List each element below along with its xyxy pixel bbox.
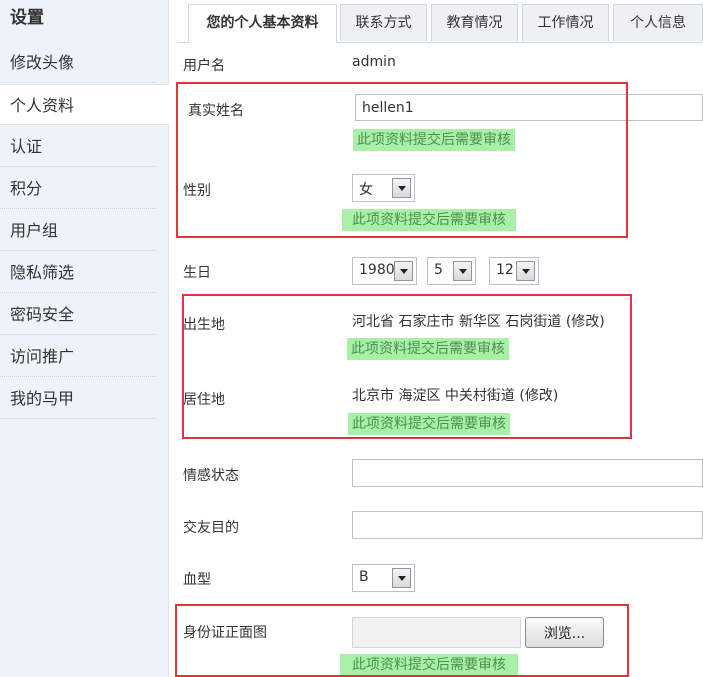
tab-personal[interactable]: 个人信息 <box>613 4 703 41</box>
bloodtype-select[interactable]: B <box>352 564 415 592</box>
emotion-label: 情感状态 <box>183 468 239 484</box>
birth-month-select[interactable]: 5 <box>427 257 476 285</box>
sidebar-item-avatar[interactable]: 修改头像 <box>0 42 157 83</box>
settings-sidebar: 设置 修改头像 个人资料 认证 积分 用户组 隐私筛选 密码安全 访问推广 我的… <box>0 0 169 677</box>
bloodtype-selected-value: B <box>359 569 369 585</box>
birth-day-value: 12 <box>496 262 514 278</box>
highlight-box <box>176 82 628 238</box>
chevron-down-icon <box>392 568 411 588</box>
birth-day-select[interactable]: 12 <box>489 257 539 285</box>
tab-work[interactable]: 工作情况 <box>522 4 609 41</box>
birth-year-value: 1980 <box>359 262 395 278</box>
chevron-down-icon <box>453 261 472 281</box>
chevron-down-icon <box>516 261 535 281</box>
username-value: admin <box>352 54 396 70</box>
highlight-box <box>175 604 629 677</box>
highlight-box <box>182 294 632 439</box>
purpose-input[interactable] <box>352 511 703 539</box>
bloodtype-label: 血型 <box>183 572 211 588</box>
tab-basic-info[interactable]: 您的个人基本资料 <box>188 4 337 43</box>
sidebar-item-promotion[interactable]: 访问推广 <box>0 336 157 377</box>
birth-month-value: 5 <box>434 262 443 278</box>
sidebar-heading: 设置 <box>10 8 44 28</box>
sidebar-item-profile[interactable]: 个人资料 <box>0 84 169 125</box>
tab-contact[interactable]: 联系方式 <box>340 4 427 41</box>
sidebar-item-credits[interactable]: 积分 <box>0 168 157 209</box>
sidebar-item-usergroup[interactable]: 用户组 <box>0 210 157 251</box>
purpose-label: 交友目的 <box>183 520 239 536</box>
chevron-down-icon <box>394 261 413 281</box>
emotion-input[interactable] <box>352 459 703 487</box>
sidebar-item-verify[interactable]: 认证 <box>0 126 157 167</box>
sidebar-item-password[interactable]: 密码安全 <box>0 294 157 335</box>
sidebar-item-vest[interactable]: 我的马甲 <box>0 378 157 419</box>
tab-education[interactable]: 教育情况 <box>431 4 518 41</box>
sidebar-item-privacy[interactable]: 隐私筛选 <box>0 252 157 293</box>
birth-year-select[interactable]: 1980 <box>352 257 417 285</box>
birthday-label: 生日 <box>183 265 211 281</box>
username-label: 用户名 <box>183 58 225 74</box>
profile-tabs: 您的个人基本资料 联系方式 教育情况 工作情况 个人信息 <box>178 0 703 43</box>
